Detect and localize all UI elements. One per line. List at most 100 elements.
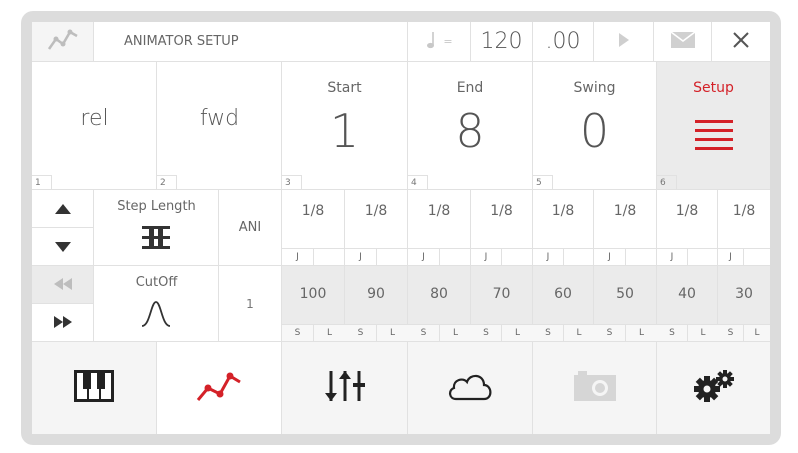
step-length-cell[interactable]: 1/8 J bbox=[408, 190, 471, 266]
param-end[interactable]: End 8 4 bbox=[408, 62, 533, 190]
cutoff-cell[interactable]: 70 S L bbox=[471, 266, 533, 342]
cutoff-index-field[interactable]: 1 bbox=[219, 266, 282, 342]
play-button[interactable] bbox=[594, 22, 654, 62]
cutoff-l-label: L bbox=[626, 324, 657, 341]
step-flag: J bbox=[594, 248, 626, 265]
cutoff-l-label: L bbox=[564, 324, 594, 341]
graph-logo-button[interactable] bbox=[32, 22, 94, 62]
step-flag: J bbox=[282, 248, 314, 265]
step-length-cell[interactable]: 1/8 J bbox=[533, 190, 594, 266]
rewind-icon bbox=[53, 275, 72, 294]
menu-lines-icon bbox=[695, 120, 733, 160]
cutoff-cell[interactable]: 80 S L bbox=[408, 266, 471, 342]
cutoff-cell[interactable]: 30 S L bbox=[718, 266, 770, 342]
close-button[interactable] bbox=[712, 22, 770, 62]
param-number: 4 bbox=[411, 178, 417, 188]
up-arrow-icon bbox=[54, 199, 71, 218]
step-length-cell[interactable]: 1/8 J bbox=[282, 190, 345, 266]
tab-mixer[interactable] bbox=[282, 342, 408, 434]
param-swing[interactable]: Swing 0 5 bbox=[533, 62, 657, 190]
mixer-icon bbox=[324, 369, 365, 407]
cutoff-l-label: L bbox=[744, 324, 770, 341]
step-length-cell[interactable]: 1/8 J bbox=[345, 190, 408, 266]
step-length-cell[interactable]: 1/8 J bbox=[718, 190, 770, 266]
param-number-box: 2 bbox=[157, 175, 177, 189]
param-value: 1 bbox=[329, 104, 360, 158]
step-flag: J bbox=[408, 248, 440, 265]
step-length-control[interactable]: Step Length bbox=[94, 190, 219, 266]
cutoff-cell[interactable]: 100 S L bbox=[282, 266, 345, 342]
step-length-value: 1/8 bbox=[613, 203, 637, 219]
param-number-box: 1 bbox=[32, 175, 52, 189]
mail-button[interactable] bbox=[654, 22, 712, 62]
tab-keyboard[interactable] bbox=[32, 342, 157, 434]
cutoff-cell[interactable]: 50 S L bbox=[594, 266, 657, 342]
page-title: ANIMATOR SETUP bbox=[124, 34, 239, 49]
cutoff-l-label: L bbox=[688, 324, 718, 341]
bpm-field[interactable]: 120 bbox=[471, 22, 533, 62]
fast-forward-icon bbox=[53, 313, 72, 332]
param-setup[interactable]: Setup 6 bbox=[657, 62, 770, 190]
cutoff-l-label: L bbox=[377, 324, 408, 341]
tab-settings[interactable] bbox=[657, 342, 770, 434]
step-length-value: 1/8 bbox=[427, 203, 451, 219]
cutoff-cell[interactable]: 90 S L bbox=[345, 266, 408, 342]
cutoff-cell[interactable]: 40 S L bbox=[657, 266, 718, 342]
bpm-fraction-field[interactable]: .00 bbox=[533, 22, 594, 62]
rewind-button[interactable] bbox=[32, 266, 94, 304]
step-length-cell[interactable]: 1/8 J bbox=[594, 190, 657, 266]
bpm-fraction: .00 bbox=[545, 29, 581, 54]
step-flag-empty bbox=[564, 248, 594, 265]
param-value: 8 bbox=[455, 104, 485, 158]
screen: ANIMATOR SETUP = 120 .00 rel 1 fwd 2 Sta… bbox=[32, 22, 770, 434]
step-mode-field[interactable]: ANI bbox=[219, 190, 282, 266]
step-flag-empty bbox=[377, 248, 408, 265]
step-flag: J bbox=[718, 248, 744, 265]
graph-icon bbox=[194, 368, 244, 408]
param-number: 1 bbox=[35, 178, 41, 188]
param-value: fwd bbox=[199, 105, 240, 131]
step-flag-empty bbox=[744, 248, 770, 265]
step-length-cell[interactable]: 1/8 J bbox=[471, 190, 533, 266]
scroll-down-button[interactable] bbox=[32, 228, 94, 266]
close-icon bbox=[732, 31, 750, 53]
tab-camera[interactable] bbox=[533, 342, 657, 434]
cutoff-s-label: S bbox=[408, 324, 440, 341]
param-number-box: 4 bbox=[408, 175, 428, 189]
param-number: 2 bbox=[160, 178, 166, 188]
step-length-label: Step Length bbox=[117, 199, 196, 214]
fast-forward-button[interactable] bbox=[32, 304, 94, 342]
cutoff-s-label: S bbox=[594, 324, 626, 341]
scroll-up-button[interactable] bbox=[32, 190, 94, 228]
param-label: Swing bbox=[573, 80, 616, 96]
cutoff-cell[interactable]: 60 S L bbox=[533, 266, 594, 342]
cutoff-l-label: L bbox=[314, 324, 345, 341]
cutoff-value: 70 bbox=[492, 286, 511, 302]
cutoff-s-label: S bbox=[533, 324, 564, 341]
step-flag-empty bbox=[502, 248, 533, 265]
cutoff-control[interactable]: CutOff bbox=[94, 266, 219, 342]
step-length-icon bbox=[140, 224, 172, 254]
param-start[interactable]: Start 1 3 bbox=[282, 62, 408, 190]
step-length-value: 1/8 bbox=[490, 203, 513, 219]
mail-icon bbox=[670, 30, 696, 53]
param-label: Setup bbox=[693, 80, 734, 96]
gears-icon bbox=[691, 369, 737, 407]
param-direction-mode[interactable]: rel 1 bbox=[32, 62, 157, 190]
camera-icon bbox=[572, 369, 618, 407]
piano-keys-icon bbox=[74, 370, 114, 406]
cloud-icon bbox=[446, 370, 494, 406]
cutoff-s-label: S bbox=[471, 324, 502, 341]
tab-cloud[interactable] bbox=[408, 342, 533, 434]
step-length-value: 1/8 bbox=[675, 203, 699, 219]
param-number-box: 3 bbox=[282, 175, 302, 189]
param-direction[interactable]: fwd 2 bbox=[157, 62, 282, 190]
step-flag-empty bbox=[688, 248, 718, 265]
bpm-value: 120 bbox=[480, 29, 523, 54]
tempo-note-button[interactable]: = bbox=[408, 22, 471, 62]
tab-animator[interactable] bbox=[157, 342, 282, 434]
cutoff-value: 60 bbox=[554, 286, 572, 302]
cutoff-value: 90 bbox=[367, 286, 385, 302]
cutoff-label: CutOff bbox=[135, 275, 178, 290]
step-length-cell[interactable]: 1/8 J bbox=[657, 190, 718, 266]
